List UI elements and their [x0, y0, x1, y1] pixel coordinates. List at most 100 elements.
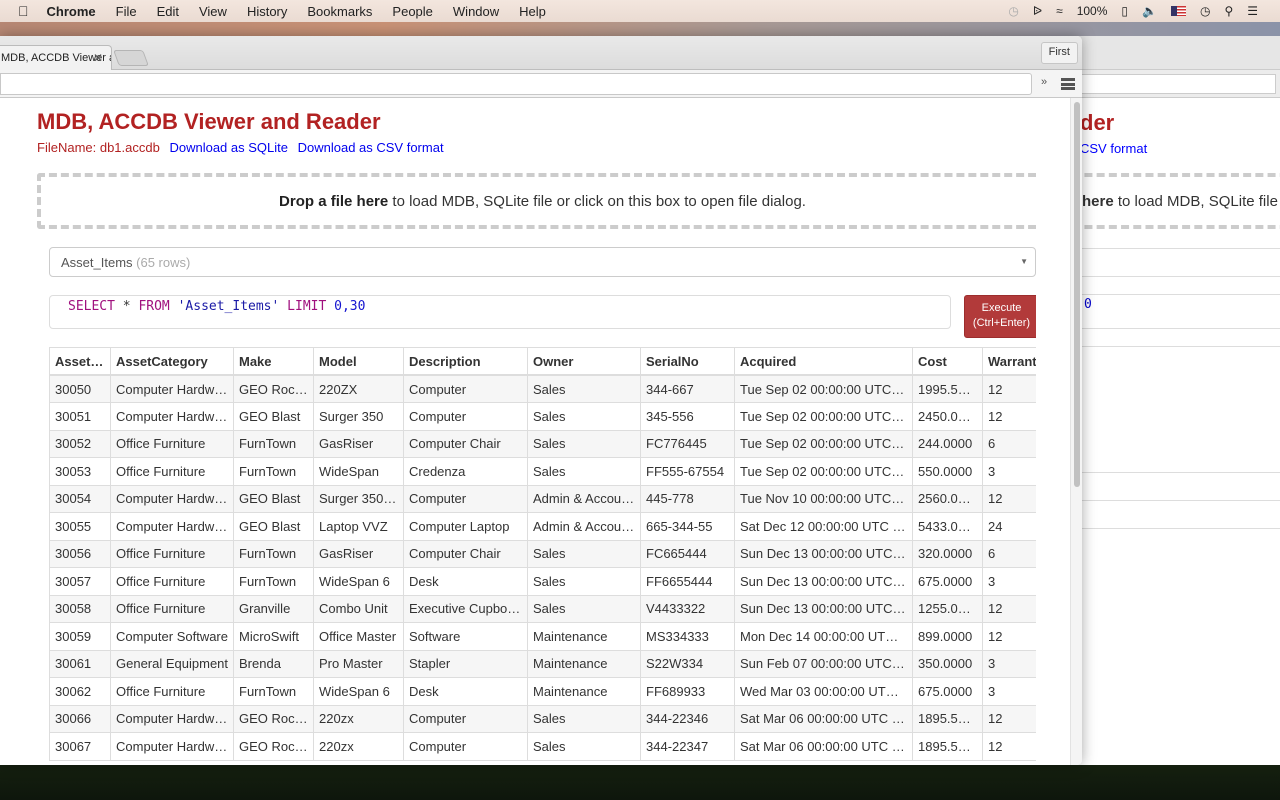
column-header-assetcategory[interactable]: AssetCategory [110, 347, 234, 376]
bg-drop-text: to load MDB, SQLite file [1113, 193, 1278, 210]
background-browser-window[interactable]: der CSV format here to load MDB, SQLite … [1060, 36, 1280, 765]
download-csv-link[interactable]: Download as CSV format [298, 140, 444, 155]
table-row[interactable]: 30051 Computer Hardware GEO Blast Surger 35… [49, 402, 1036, 431]
cell-owner: Sales [527, 457, 641, 486]
column-header-model[interactable]: Model [313, 347, 404, 376]
cell-description: Desk [403, 677, 528, 706]
sql-string: 'Asset_Items' [169, 299, 288, 314]
cell-model: WideSpan 6 [313, 677, 404, 706]
notification-center-icon[interactable]: ☰ [1247, 4, 1258, 18]
apple-icon[interactable]:  [18, 3, 29, 19]
cell-assetno: 30054 [49, 484, 111, 513]
cell-assetno: 30051 [49, 402, 111, 431]
table-row[interactable]: 30067 Computer Hardware GEO Rocket 220zx Com… [49, 732, 1036, 761]
table-row[interactable]: 30066 Computer Hardware GEO Rocket 220zx Com… [49, 704, 1036, 733]
column-header-owner[interactable]: Owner [527, 347, 641, 376]
table-select[interactable]: Asset_Items (65 rows) ▼ [49, 247, 1036, 277]
table-row[interactable]: 30062 Office Furniture FurnTown WideSpan 6D… [49, 677, 1036, 706]
cell-cost: 350.0000 [912, 649, 983, 678]
column-header-make[interactable]: Make [233, 347, 314, 376]
menu-view[interactable]: View [199, 4, 227, 19]
menu-people[interactable]: People [392, 4, 432, 19]
cell-assetno: 30057 [49, 567, 111, 596]
close-tab-icon[interactable]: ✕ [93, 51, 103, 65]
cell-serialno: FC665444 [640, 539, 735, 568]
time-machine-icon[interactable]: ◷ [1008, 4, 1018, 18]
file-drop-zone[interactable]: Drop a file here to load MDB, SQLite fil… [37, 173, 1036, 229]
table-row[interactable]: 30053 Office Furniture FurnTown WideSpan Cre… [49, 457, 1036, 486]
execute-button[interactable]: Execute (Ctrl+Enter) [964, 295, 1036, 338]
download-sqlite-link[interactable]: Download as SQLite [169, 140, 288, 155]
cell-warranty: 3 [982, 649, 1036, 678]
menu-bookmarks[interactable]: Bookmarks [307, 4, 372, 19]
battery-icon[interactable]: ▯ [1121, 4, 1128, 18]
cell-cost: 1895.5000 [912, 704, 983, 733]
cell-acquired: Wed Mar 03 00:00:00 UTC … [734, 677, 913, 706]
bg-drop-zone[interactable]: here to load MDB, SQLite file [1060, 173, 1280, 229]
vertical-scrollbar[interactable] [1070, 98, 1082, 765]
column-header-acquired[interactable]: Acquired [734, 347, 913, 376]
cell-cost: 5433.0000 [912, 512, 983, 541]
menu-app-name[interactable]: Chrome [47, 4, 96, 19]
column-header-cost[interactable]: Cost [912, 347, 983, 376]
cell-make: FurnTown [233, 539, 314, 568]
cell-make: FurnTown [233, 677, 314, 706]
volume-icon[interactable]: 🔈 [1142, 4, 1157, 18]
table-header-row: AssetNo AssetCategory Make Model Description… [49, 347, 1036, 376]
tab-strip: MDB, ACCDB Viewer and Reader✕ First [0, 36, 1082, 70]
cell-description: Computer Chair [403, 539, 528, 568]
column-header-serialno[interactable]: SerialNo [640, 347, 735, 376]
table-row[interactable]: 30059 Computer Software MicroSwift Office M… [49, 622, 1036, 651]
cell-owner: Sales [527, 732, 641, 761]
table-row[interactable]: 30054 Computer Hardware GEO Blast Surger 35… [49, 484, 1036, 513]
battery-percent[interactable]: 100% [1077, 4, 1108, 18]
cell-assetcategory: Office Furniture [110, 539, 234, 568]
clock-icon[interactable]: ◷ [1200, 4, 1210, 18]
menu-file[interactable]: File [116, 4, 137, 19]
cell-cost: 675.0000 [912, 677, 983, 706]
cell-warranty: 6 [982, 429, 1036, 458]
column-header-warranty[interactable]: Warranty [982, 347, 1036, 376]
menu-edit[interactable]: Edit [157, 4, 179, 19]
active-tab[interactable]: MDB, ACCDB Viewer and Reader✕ [0, 45, 112, 70]
extensions-overflow-icon[interactable]: » [1041, 76, 1047, 88]
bg-link-fragment[interactable]: CSV format [1080, 141, 1147, 156]
cell-description: Stapler [403, 649, 528, 678]
column-header-assetno[interactable]: AssetNo [49, 347, 111, 376]
menu-window[interactable]: Window [453, 4, 499, 19]
table-row[interactable]: 30052 Office Furniture FurnTown GasRiser Com… [49, 429, 1036, 458]
cell-model: GasRiser [313, 539, 404, 568]
scrollbar-thumb[interactable] [1074, 102, 1080, 487]
cell-make: GEO Rocket [233, 704, 314, 733]
table-row[interactable]: 30057 Office Furniture FurnTown WideSpan 6D… [49, 567, 1036, 596]
cell-make: FurnTown [233, 457, 314, 486]
wifi-icon[interactable]: ≈ [1056, 4, 1063, 18]
cell-assetno: 30067 [49, 732, 111, 761]
table-row[interactable]: 30050 Computer Hardware GEO Rocket 220ZX Com… [49, 374, 1036, 403]
table-row[interactable]: 30058 Office Furniture Granville Combo Unit… [49, 594, 1036, 623]
table-row[interactable]: 30055 Computer Hardware GEO Blast Laptop VV… [49, 512, 1036, 541]
table-row[interactable]: 30056 Office Furniture FurnTown GasRiser Com… [49, 539, 1036, 568]
cell-make: FurnTown [233, 567, 314, 596]
spotlight-search-icon[interactable]: ⚲ [1224, 4, 1233, 18]
cell-warranty: 12 [982, 732, 1036, 761]
chrome-menu-icon[interactable] [1061, 78, 1075, 90]
address-bar[interactable] [0, 73, 1032, 95]
cell-make: GEO Blast [233, 484, 314, 513]
cell-serialno: S22W334 [640, 649, 735, 678]
column-header-description[interactable]: Description [403, 347, 528, 376]
cell-assetcategory: Office Furniture [110, 457, 234, 486]
profile-button[interactable]: First [1040, 42, 1078, 64]
new-tab-button[interactable] [113, 50, 149, 66]
cell-cost: 320.0000 [912, 539, 983, 568]
menu-history[interactable]: History [247, 4, 287, 19]
menu-help[interactable]: Help [519, 4, 546, 19]
table-row[interactable]: 30061 General Equipment Brenda Pro Master St… [49, 649, 1036, 678]
cell-owner: Maintenance [527, 677, 641, 706]
cell-assetcategory: Office Furniture [110, 429, 234, 458]
cell-warranty: 6 [982, 539, 1036, 568]
cell-cost: 675.0000 [912, 567, 983, 596]
bluetooth-icon[interactable]: ᐉ [1033, 4, 1042, 18]
sql-query-editor[interactable]: SELECT * FROM 'Asset_Items' LIMIT 0,30 [49, 295, 951, 329]
us-flag-icon[interactable] [1170, 6, 1186, 16]
